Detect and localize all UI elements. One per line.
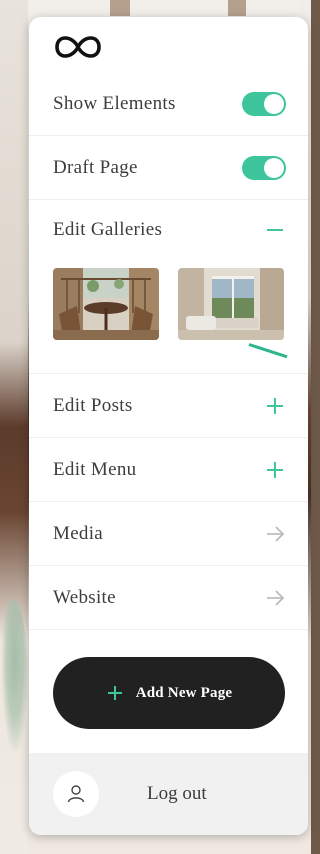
plus-icon[interactable] bbox=[264, 395, 286, 417]
user-icon bbox=[67, 785, 85, 803]
arrow-right-icon[interactable] bbox=[264, 523, 286, 545]
avatar bbox=[53, 771, 99, 817]
menu-item-website[interactable]: Website bbox=[29, 566, 308, 630]
infinity-logo-icon bbox=[55, 36, 101, 58]
toggle-knob bbox=[264, 157, 284, 178]
logout-button[interactable]: Log out bbox=[29, 753, 308, 835]
menu-item-label: Edit Posts bbox=[53, 395, 133, 416]
menu-item-media[interactable]: Media bbox=[29, 502, 308, 566]
menu-item-edit-posts[interactable]: Edit Posts bbox=[29, 374, 308, 438]
menu-item-label: Show Elements bbox=[53, 93, 176, 114]
gallery-image-balcony[interactable] bbox=[53, 268, 159, 340]
add-new-page-button[interactable]: Add New Page bbox=[53, 657, 285, 729]
menu-item-label: Draft Page bbox=[53, 157, 138, 178]
menu-item-label: Media bbox=[53, 523, 104, 544]
menu-item-edit-galleries[interactable]: Edit Galleries bbox=[29, 198, 308, 262]
gallery-image-living-room[interactable] bbox=[178, 268, 284, 340]
menu-item-label: Edit Menu bbox=[53, 459, 137, 480]
gallery-thumbnails bbox=[29, 262, 308, 374]
minus-icon[interactable] bbox=[264, 219, 286, 241]
menu-item-label: Edit Galleries bbox=[53, 219, 163, 240]
menu-item-draft-page: Draft Page bbox=[29, 136, 308, 200]
arrow-right-icon[interactable] bbox=[264, 587, 286, 609]
add-new-page-label: Add New Page bbox=[135, 684, 233, 701]
logout-label: Log out bbox=[147, 783, 207, 804]
menu-item-edit-menu[interactable]: Edit Menu bbox=[29, 438, 308, 502]
menu-item-label: Website bbox=[53, 587, 116, 608]
plus-icon bbox=[107, 686, 122, 700]
menu-item-show-elements: Show Elements bbox=[29, 72, 308, 136]
show-elements-toggle[interactable] bbox=[242, 91, 286, 116]
plus-icon[interactable] bbox=[264, 459, 286, 481]
draft-page-toggle[interactable] bbox=[242, 155, 286, 180]
toggle-knob bbox=[264, 93, 284, 114]
editor-menu-panel: Show Elements Draft Page Edit Galleries bbox=[29, 17, 308, 835]
